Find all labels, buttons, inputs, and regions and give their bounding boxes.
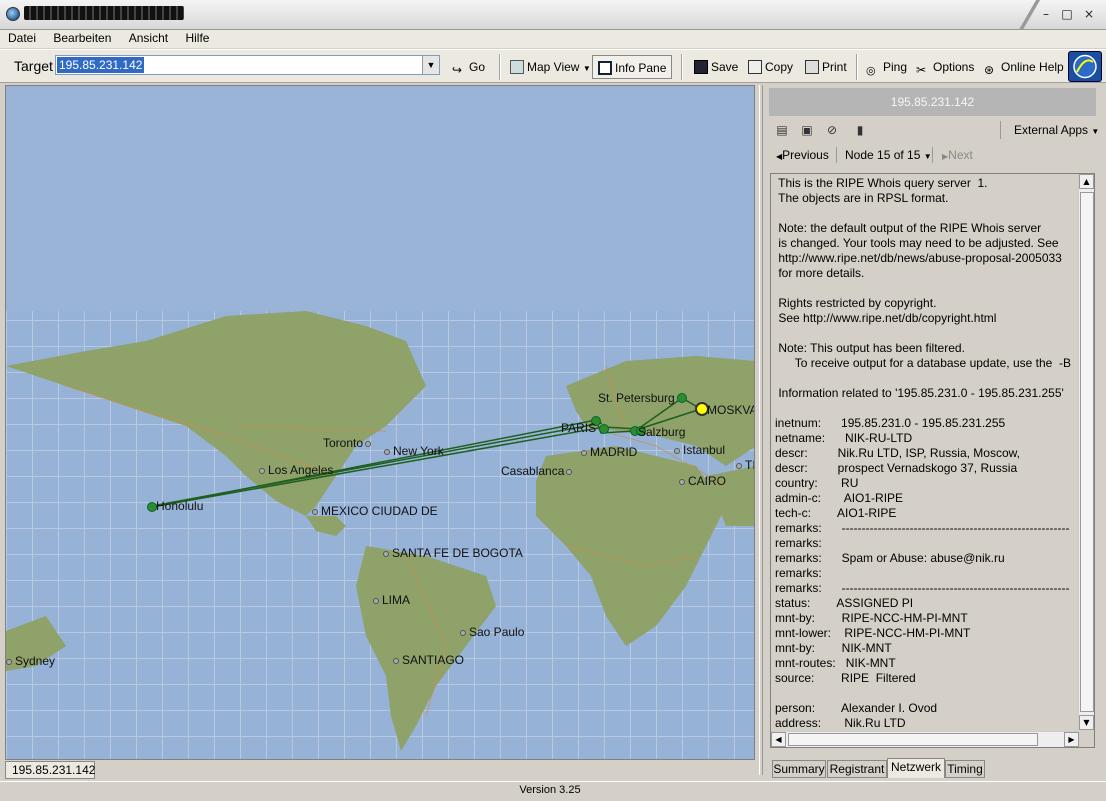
menu-hilfe[interactable]: Hilfe — [177, 30, 215, 45]
scroll-right-icon[interactable]: ▶ — [1064, 732, 1079, 747]
separator — [836, 147, 837, 163]
chevron-down-icon[interactable]: ▼ — [583, 64, 591, 73]
vertical-scrollbar[interactable]: ▲ ▼ — [1078, 174, 1094, 730]
separator — [1000, 121, 1001, 139]
ping-button[interactable]: ◎ Ping — [866, 58, 907, 77]
map-view-button[interactable]: Map View ▼ — [510, 58, 591, 76]
city-label: New York — [384, 444, 444, 458]
target-input[interactable]: 195.85.231.142 — [57, 57, 145, 73]
city-label: LIMA — [373, 593, 410, 607]
whois-output[interactable]: This is the RIPE Whois query server 1. T… — [770, 173, 1095, 748]
menu-ansicht[interactable]: Ansicht — [121, 30, 174, 45]
pane-splitter[interactable] — [756, 85, 766, 775]
trace-node[interactable] — [677, 393, 687, 403]
chevron-down-icon: ▼ — [923, 152, 932, 161]
city-label: SANTA FE DE BOGOTA — [383, 546, 523, 560]
city-label: Sydney — [6, 654, 55, 668]
floppy-disk-icon — [694, 60, 708, 74]
tab-summary[interactable]: Summary — [772, 760, 826, 778]
go-arrow-icon: ↪ — [452, 63, 463, 77]
menu-datei[interactable]: Datei — [0, 30, 42, 45]
go-button[interactable]: ↪ Go — [452, 58, 485, 77]
info-pane-toolbar: ▤ ▣ ⊘ ▮ External Apps ▼ — [768, 119, 1100, 141]
city-label: Honolulu — [156, 499, 204, 513]
map-target-tab[interactable]: 195.85.231.142 — [5, 761, 95, 779]
info-tabs: Summary Registrant Netzwerk Timing — [772, 758, 1102, 778]
link-icon[interactable]: ⊘ — [824, 123, 840, 137]
menu-bar: Datei Bearbeiten Ansicht Hilfe — [0, 30, 1106, 48]
scroll-down-icon[interactable]: ▼ — [1079, 715, 1094, 730]
clipboard-icon[interactable]: ▣ — [799, 123, 815, 137]
city-label: TI — [736, 458, 754, 472]
window-title-redacted — [24, 6, 184, 20]
city-label: Sao Paulo — [460, 625, 524, 639]
options-button[interactable]: ✂ Options — [916, 58, 974, 77]
title-bar: – □ × — [0, 0, 1106, 30]
city-label: MEXICO CIUDAD DE — [312, 504, 438, 518]
tools-icon: ✂ — [916, 63, 927, 77]
external-apps-button[interactable]: External Apps ▼ — [1014, 123, 1099, 137]
previous-button[interactable]: ◀Previous — [776, 148, 829, 162]
toolbar-separator — [499, 54, 501, 80]
scroll-thumb[interactable] — [1080, 192, 1094, 712]
city-label: Istanbul — [674, 443, 725, 457]
splitter-grip — [759, 85, 763, 775]
tab-timing[interactable]: Timing — [945, 760, 985, 778]
printer-icon — [805, 60, 819, 74]
map-landmass — [6, 311, 754, 751]
version-label: Version 3.25 — [519, 784, 581, 796]
city-label: Toronto — [323, 436, 374, 450]
minimize-button[interactable]: – — [1038, 6, 1054, 22]
info-pane-header: 195.85.231.142 — [769, 88, 1096, 116]
whois-text: This is the RIPE Whois query server 1. T… — [775, 176, 1071, 730]
next-button[interactable]: ▶Next — [942, 148, 973, 162]
target-combobox[interactable]: 195.85.231.142 ▼ — [55, 55, 440, 75]
info-pane: 195.85.231.142 ▤ ▣ ⊘ ▮ External Apps ▼ ◀… — [768, 85, 1102, 778]
clipboard-icon — [748, 60, 762, 74]
city-label: Salzburg — [638, 425, 686, 439]
column-icon[interactable]: ▮ — [852, 123, 868, 137]
toolbar-separator — [681, 54, 683, 80]
maximize-button[interactable]: □ — [1059, 6, 1075, 22]
target-label: Target — [14, 58, 53, 74]
city-label: SANTIAGO — [393, 653, 464, 667]
scroll-up-icon[interactable]: ▲ — [1079, 174, 1094, 189]
city-label: MOSKVA — [707, 403, 755, 417]
close-button[interactable]: × — [1081, 6, 1097, 22]
tab-registrant[interactable]: Registrant — [827, 760, 887, 778]
city-label: Los Angeles — [259, 463, 333, 477]
toolbar-separator — [856, 54, 858, 80]
help-globe-icon: ⊛ — [984, 63, 995, 77]
info-pane-icon — [598, 61, 612, 75]
map-icon — [510, 60, 524, 74]
online-help-button[interactable]: ⊛ Online Help — [984, 58, 1064, 77]
chevron-down-icon: ▼ — [1091, 127, 1100, 136]
scroll-left-icon[interactable]: ◀ — [771, 732, 786, 747]
app-logo-icon — [1068, 51, 1102, 82]
hscroll-thumb[interactable] — [788, 733, 1038, 746]
info-pane-button[interactable]: Info Pane — [592, 55, 673, 79]
dropdown-arrow-icon[interactable]: ▼ — [422, 56, 439, 74]
print-icon[interactable]: ▤ — [774, 123, 790, 137]
node-selector[interactable]: Node 15 of 15 ▼ — [845, 148, 932, 162]
trace-map[interactable]: St. Petersburg MOSKVA PARIS Salzburg Tor… — [5, 85, 755, 760]
menu-bearbeiten[interactable]: Bearbeiten — [45, 30, 117, 45]
tab-netzwerk[interactable]: Netzwerk — [887, 758, 945, 778]
node-navigation: ◀Previous Node 15 of 15 ▼ ▶Next — [768, 145, 1100, 163]
city-label: CAIRO — [679, 474, 726, 488]
city-label: Casablanca — [501, 464, 575, 478]
separator — [932, 147, 933, 163]
app-icon — [6, 7, 20, 21]
city-label: St. Petersburg — [598, 391, 675, 405]
city-label: PARIS — [561, 421, 597, 435]
horizontal-scrollbar[interactable]: ◀ ▶ — [771, 731, 1079, 747]
city-label: MADRID — [581, 445, 637, 459]
print-button[interactable]: Print — [805, 58, 847, 76]
ping-icon: ◎ — [866, 64, 876, 77]
copy-button[interactable]: Copy — [748, 58, 793, 76]
save-button[interactable]: Save — [694, 58, 738, 76]
status-bar: Version 3.25 — [0, 781, 1106, 801]
trace-node[interactable] — [599, 424, 609, 434]
